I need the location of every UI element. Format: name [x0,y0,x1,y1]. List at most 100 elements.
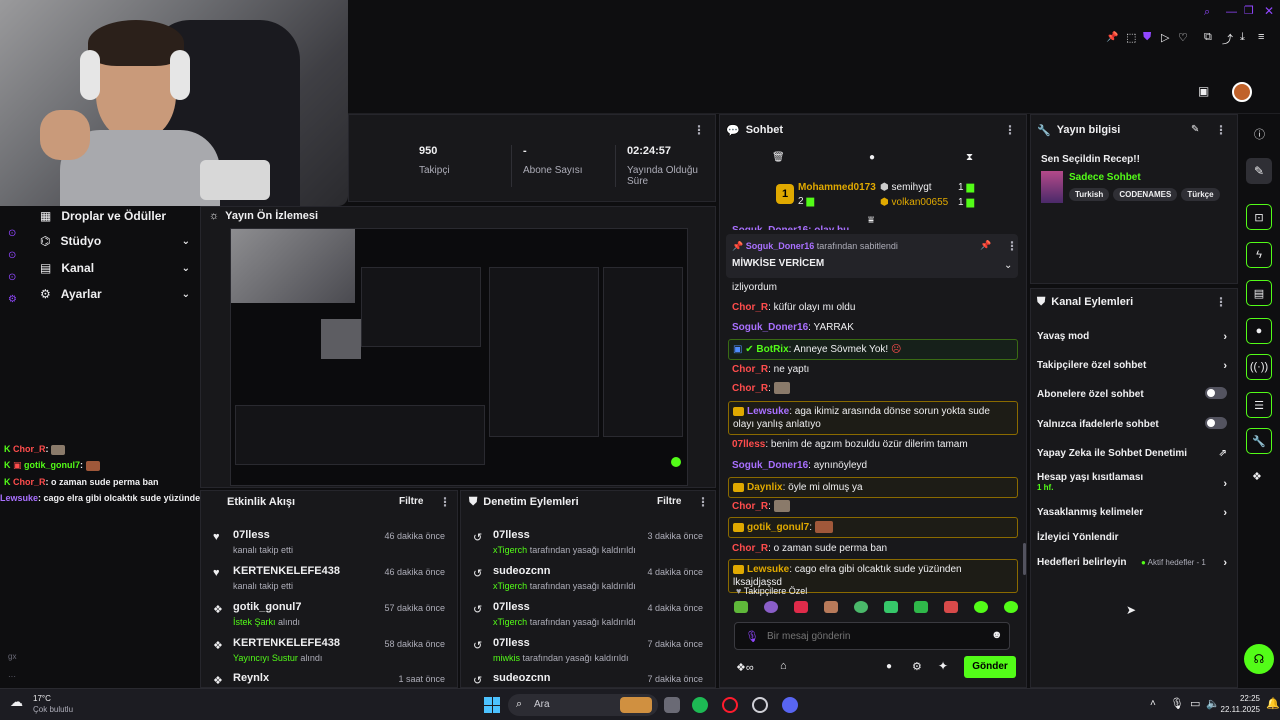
weather-desc[interactable]: Çok bulutlu [33,705,73,714]
mic-icon[interactable]: 🎙 [745,630,759,643]
tag[interactable]: Turkish [1069,188,1110,201]
action-subs-only[interactable]: Abonelere özel sohbet [1037,387,1227,400]
rail-icon-4[interactable]: ⚙ [8,294,17,305]
taskbar-search[interactable]: ⌕ Ara [508,694,658,716]
action-slow-mode[interactable]: Yavaş mod › [1037,331,1227,343]
subs-only-toggle[interactable] [1205,387,1227,399]
activity-row[interactable]: ♥ KERTENKELEFE438 kanalı takip etti 46 d… [201,559,457,595]
monitor-icon[interactable]: ▭ [1190,697,1200,710]
puzzle-icon[interactable]: ✦ [938,659,948,673]
action-followers-only[interactable]: Takipçilere özel sohbet › [1037,360,1227,372]
minimize-icon[interactable]: — [1226,6,1237,18]
stream-preview-video[interactable] [230,228,688,486]
help-button[interactable]: ☊ [1244,644,1274,674]
activity-row[interactable]: ❖ KERTENKELEFE438 Yayıncıyı Sustur alınd… [201,631,457,667]
menu-icon[interactable]: ≡ [1258,31,1264,43]
chat-icon[interactable]: ● [869,152,875,163]
trash-icon[interactable]: 🗑 [772,152,785,163]
more-icon[interactable]: ⋮ [1006,239,1018,253]
chat-input[interactable] [767,628,977,644]
activity-filter-button[interactable]: Filtre [399,496,423,507]
action-ai-moderation[interactable]: Yapay Zeka ile Sohbet Denetimi ⇗ [1037,448,1227,459]
broadcast-icon[interactable]: ((·)) [1246,354,1272,380]
discord-icon[interactable] [782,697,798,713]
maximize-icon[interactable]: ❐ [1244,4,1254,17]
hourglass-icon[interactable]: ⧗ [966,152,973,163]
steam-icon[interactable] [752,697,768,713]
pinned-message[interactable]: 📌 Soguk_Doner16 tarafından sabitlendi 📌 … [726,234,1018,278]
document-icon[interactable]: ▤ [1246,280,1272,306]
activity-row[interactable]: ❖ Reynlx 1 saat önce [201,666,457,688]
windows-start-icon[interactable] [484,697,500,713]
store-icon[interactable]: ⌂ [780,660,787,672]
shield-icon[interactable]: ⛊ [1143,31,1151,44]
moderation-filter-button[interactable]: Filtre [657,496,681,507]
clock-time[interactable]: 22:25 [1220,694,1260,703]
points-icon[interactable]: ❖ [1252,470,1262,483]
emote[interactable] [764,601,778,613]
more-icon[interactable]: ⋮ [1215,123,1227,137]
nav-item-settings[interactable]: ⚙ Ayarlar ⌄ [40,284,200,304]
category-link[interactable]: Sadece Sohbet [1069,172,1141,183]
chat-input-box[interactable]: 🎙 ☻ [734,622,1010,650]
info-icon[interactable]: ⓘ [1254,126,1265,142]
tag[interactable]: Türkçe [1181,188,1220,201]
rail-icon-3[interactable]: ⊙ [8,272,16,283]
notification-icon[interactable]: 🔔 [1266,697,1280,710]
rail-icon-5[interactable]: gx [8,652,16,661]
chat-scrollbar[interactable] [1023,543,1026,575]
extensions-icon[interactable]: ⧉ [1204,31,1212,44]
gear-icon[interactable]: ⚙ [912,660,922,673]
more-icon[interactable]: ⋮ [1004,123,1016,137]
screen-icon[interactable]: ⊡ [1246,204,1272,230]
weather-temp[interactable]: 17°C [33,694,51,703]
search-icon[interactable]: ⌕ [1204,6,1210,19]
leaderboard-first-name[interactable]: Mohammed0173 [798,182,876,193]
emote[interactable] [1004,601,1018,613]
moderation-row[interactable]: ↺ 07lless xTigerch tarafından yasağı kal… [461,595,715,631]
action-banned-words[interactable]: Yasaklanmış kelimeler › [1037,507,1227,519]
opera-gx-icon[interactable] [722,697,738,713]
more-icon[interactable]: ⋮ [1215,295,1227,309]
rail-icon-1[interactable]: ⊙ [8,228,16,239]
action-account-age[interactable]: Hesap yaşı kısıtlaması 1 hf. › [1037,472,1227,492]
rail-icon-2[interactable]: ⊙ [8,250,16,261]
leaderboard-third[interactable]: ⬢ volkan00655 [880,197,948,208]
lightning-icon[interactable]: ϟ [1246,242,1272,268]
emote[interactable] [884,601,898,613]
emote[interactable] [944,601,958,613]
activity-row[interactable]: ❖ gotik_gonul7 İstek Şarkı alındı 57 dak… [201,595,457,631]
nav-item-studio[interactable]: ⌬ Stüdyo ⌄ [40,231,200,251]
edit-icon[interactable]: ✎ [1191,124,1199,135]
more-icon[interactable]: ⋮ [693,123,705,137]
wrench-icon[interactable]: 🔧 [1246,428,1272,454]
crop-icon[interactable]: ⬚ [1126,31,1136,44]
play-icon[interactable]: ▷ [1161,31,1169,44]
more-icon[interactable]: ⋮ [439,495,451,509]
tag[interactable]: CODENAMES [1113,188,1178,201]
action-goals[interactable]: Hedefleri belirleyin ● Aktif hedefler - 1… [1037,557,1227,569]
clock-date[interactable]: 22.11.2025 [1214,705,1260,714]
emote-only-toggle[interactable] [1205,417,1227,429]
leaderboard-second[interactable]: ⬢ semihygt [880,182,932,193]
avatar[interactable] [1232,82,1252,102]
emoji-icon[interactable]: ☻ [991,629,1003,641]
share-icon[interactable]: ⤴ [1222,31,1233,47]
emote[interactable] [734,601,748,613]
chevron-down-icon[interactable]: ⌄ [1004,260,1012,271]
nav-item-drops[interactable]: ▦ Droplar ve Ödüller [40,206,166,226]
action-raid[interactable]: İzleyici Yönlendir [1037,532,1227,543]
emote-tab[interactable]: ♥ Takipçilere Özel [736,586,807,596]
weather-icon[interactable]: ☁ [10,694,23,710]
emote[interactable] [794,601,808,613]
nav-item-channel[interactable]: ▤ Kanal ⌄ [40,258,200,278]
emote[interactable] [974,601,988,613]
emote[interactable] [824,601,838,613]
moderation-row[interactable]: ↺ sudeozcnn 7 dakika önce [461,666,715,688]
chevron-up-icon[interactable]: ˄ [1150,698,1156,709]
more-icon[interactable]: ⋮ [697,495,709,509]
category-thumbnail[interactable] [1041,171,1063,203]
close-icon[interactable]: ✕ [1264,4,1274,18]
emote[interactable] [914,601,928,613]
moderation-row[interactable]: ↺ sudeozcnn xTigerch tarafından yasağı k… [461,559,715,595]
